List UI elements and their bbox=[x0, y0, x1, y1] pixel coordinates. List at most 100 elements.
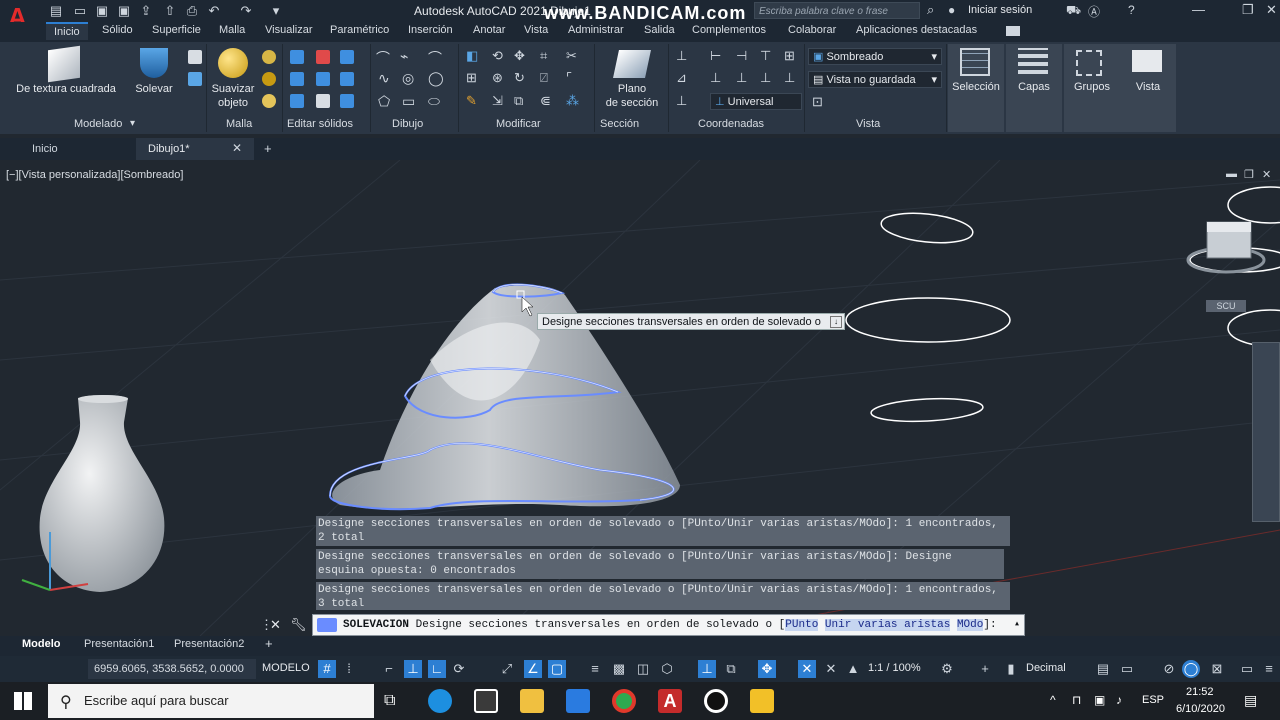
vase-solid[interactable] bbox=[39, 395, 165, 592]
ucs-y-icon[interactable]: ⊥ bbox=[736, 70, 747, 86]
ucs-origin-icon[interactable]: ⊢ bbox=[710, 48, 721, 64]
extract-edges-icon[interactable] bbox=[340, 72, 354, 86]
add-layout-icon[interactable]: + bbox=[265, 636, 273, 651]
layout-tab-presentacion1[interactable]: Presentación1 bbox=[84, 638, 154, 650]
stretch-icon[interactable]: ⇲ bbox=[492, 93, 503, 109]
rotate-icon[interactable]: ↻ bbox=[514, 70, 525, 86]
3d-rotate-icon[interactable]: ⟲ bbox=[492, 48, 503, 64]
lock-ui-icon[interactable]: ▭ bbox=[1118, 660, 1136, 678]
cart-icon[interactable]: ⛟ bbox=[1066, 3, 1081, 19]
tab-superficie[interactable]: Superficie bbox=[152, 24, 201, 36]
mirror-icon[interactable]: ◧ bbox=[466, 48, 478, 64]
units-value[interactable]: Decimal bbox=[1026, 662, 1066, 674]
panel-title-coordenadas[interactable]: Coordenadas bbox=[698, 118, 764, 130]
ucs-z-icon[interactable]: ⊣ bbox=[736, 48, 747, 64]
section-plane-button[interactable]: Plano bbox=[600, 83, 664, 95]
panel-title-malla[interactable]: Malla bbox=[226, 118, 252, 130]
smooth-button[interactable]: Suavizar bbox=[210, 83, 256, 95]
ortho-icon[interactable]: ∟ bbox=[428, 660, 446, 678]
quick-properties-icon[interactable]: ▤ bbox=[1094, 660, 1112, 678]
usb-icon[interactable]: ⊓ bbox=[1072, 693, 1081, 707]
layout-tab-model[interactable]: Modelo bbox=[22, 638, 61, 650]
move-icon[interactable]: ✥ bbox=[514, 48, 525, 64]
polyline-icon[interactable]: ⌁ bbox=[400, 48, 408, 65]
snap-icon[interactable]: ⁞ bbox=[340, 660, 358, 678]
open-file-icon[interactable]: ▭ bbox=[72, 3, 88, 19]
autocad-taskbar-icon[interactable]: A bbox=[658, 689, 682, 713]
arc-icon[interactable]: ⌒ bbox=[428, 48, 442, 68]
ribbon-toggle-icon[interactable] bbox=[1006, 26, 1020, 36]
chrome-icon[interactable] bbox=[612, 689, 636, 713]
mesh-refine-icon[interactable] bbox=[262, 94, 276, 108]
ucs-3point-icon[interactable]: ⊿ bbox=[676, 70, 687, 86]
plot-icon[interactable]: ⎙ bbox=[184, 3, 200, 19]
selection-filter-icon[interactable]: ⧉ bbox=[722, 660, 740, 678]
recent-commands-icon[interactable] bbox=[317, 618, 337, 632]
ucs-icon[interactable]: ⊥ bbox=[676, 48, 687, 64]
offset-icon[interactable]: ⋐ bbox=[540, 93, 551, 109]
autocad-app-icon[interactable] bbox=[750, 689, 774, 713]
grid-icon[interactable]: # bbox=[318, 660, 336, 678]
mesh-smooth-more-icon[interactable] bbox=[262, 50, 276, 64]
rectangle-icon[interactable]: ▭ bbox=[402, 93, 415, 110]
sign-in-button[interactable]: Iniciar sesión bbox=[968, 4, 1032, 16]
file-explorer-icon[interactable] bbox=[520, 689, 544, 713]
command-history-toggle-icon[interactable]: ▴ bbox=[1014, 615, 1020, 635]
section-plane-button-line2[interactable]: de sección bbox=[600, 97, 664, 109]
wcs-menu[interactable]: SCU bbox=[1206, 300, 1246, 312]
explode-icon[interactable]: ⁂ bbox=[566, 93, 579, 109]
auto-scale-icon[interactable]: ✕ bbox=[822, 660, 840, 678]
command-line-input[interactable]: SOLEVACION Designe secciones transversal… bbox=[312, 614, 1025, 636]
show-hidden-icons-icon[interactable]: ^ bbox=[1050, 693, 1056, 707]
tab-malla[interactable]: Malla bbox=[219, 24, 245, 36]
option-unir-aristas[interactable]: Unir varias aristas bbox=[824, 619, 951, 631]
dynamic-ucs-icon[interactable]: ⊥ bbox=[698, 660, 716, 678]
object-snap-tracking-icon[interactable]: ∠ bbox=[524, 660, 542, 678]
annotation-visibility-icon[interactable]: ✕ bbox=[798, 660, 816, 678]
named-view-combo[interactable]: ▤ Vista no guardada ▾ bbox=[808, 71, 942, 88]
fullscreen-icon[interactable]: ▭ bbox=[1238, 660, 1256, 678]
redo-icon[interactable]: ↷ bbox=[238, 3, 254, 19]
tab-parametrico[interactable]: Paramétrico bbox=[330, 24, 389, 36]
new-tab-icon[interactable]: + bbox=[264, 141, 272, 156]
isolate-objects-icon[interactable]: ⊘ bbox=[1160, 660, 1178, 678]
tab-vista[interactable]: Vista bbox=[524, 24, 548, 36]
helix-icon[interactable]: ◎ bbox=[402, 70, 414, 87]
thicken-icon[interactable] bbox=[316, 72, 330, 86]
tab-aplicaciones-destacadas[interactable]: Aplicaciones destacadas bbox=[856, 24, 977, 36]
clock-date[interactable]: 6/10/2020 bbox=[1176, 703, 1225, 715]
viewport-config-icon[interactable]: ⊡ bbox=[812, 94, 823, 110]
tab-anotar[interactable]: Anotar bbox=[473, 24, 505, 36]
mesh-smooth-less-icon[interactable] bbox=[262, 72, 276, 86]
customization-icon[interactable]: ≡ bbox=[1260, 660, 1278, 678]
help-icon[interactable]: ? bbox=[1128, 3, 1135, 17]
layout-tab-presentacion2[interactable]: Presentación2 bbox=[174, 638, 244, 650]
trim-icon[interactable]: ✂ bbox=[566, 48, 577, 64]
save-icon[interactable]: ▣ bbox=[94, 3, 110, 19]
minimize-icon[interactable]: — bbox=[1192, 2, 1205, 17]
model-space-toggle[interactable]: MODELO bbox=[262, 662, 310, 674]
viewport-minimize-icon[interactable]: ▬ bbox=[1226, 168, 1237, 180]
dynamic-input-icon[interactable]: ⊥ bbox=[404, 660, 422, 678]
ucs-named-icon[interactable]: ⊥ bbox=[676, 93, 687, 109]
ucs-object-icon[interactable]: ⊞ bbox=[784, 48, 795, 64]
annotation-monitor-icon[interactable]: + bbox=[976, 660, 994, 678]
gizmo-icon[interactable]: ✥ bbox=[758, 660, 776, 678]
match-properties-icon[interactable]: ✎ bbox=[466, 93, 477, 109]
infer-constraints-icon[interactable]: ⌐ bbox=[380, 660, 398, 678]
coordinates-readout[interactable]: 6959.6065, 3538.5652, 0.0000 bbox=[88, 659, 256, 679]
restore-icon[interactable]: ❐ bbox=[1242, 2, 1254, 18]
fillet-edge-icon[interactable]: ⌜ bbox=[566, 70, 572, 86]
annotation-scale-icon[interactable]: ▲ bbox=[844, 660, 862, 678]
tab-solido[interactable]: Sólido bbox=[102, 24, 133, 36]
smooth-button-line2[interactable]: objeto bbox=[210, 97, 256, 109]
3d-osnap-icon[interactable]: ⬡ bbox=[658, 660, 676, 678]
chevron-down-icon[interactable]: ▾ bbox=[130, 118, 135, 129]
save-as-icon[interactable]: ▣ bbox=[116, 3, 132, 19]
help-search-input[interactable]: Escriba palabra clave o frase bbox=[754, 2, 920, 19]
union-icon[interactable] bbox=[290, 50, 304, 64]
new-file-icon[interactable]: ▤ bbox=[48, 3, 64, 19]
ellipse-icon[interactable]: ⬭ bbox=[428, 93, 440, 110]
taskbar-search-input[interactable]: Escribe aquí para buscar bbox=[48, 684, 374, 718]
bandicam-record-icon[interactable] bbox=[704, 689, 728, 713]
